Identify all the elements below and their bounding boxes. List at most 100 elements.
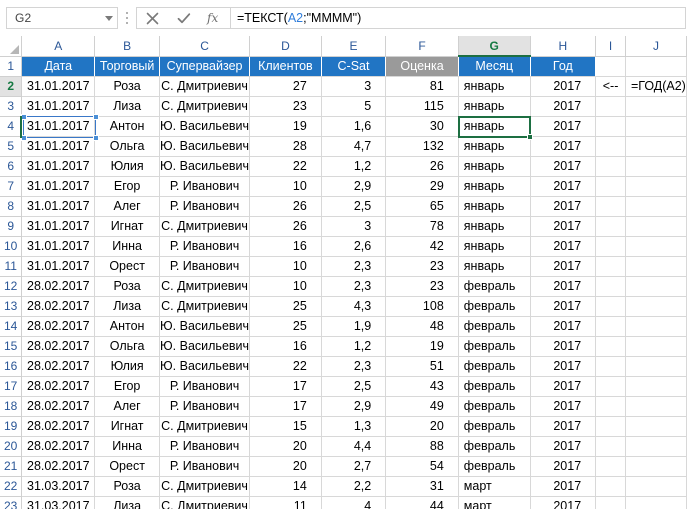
cell-sales[interactable]: Юлия [94, 356, 161, 377]
column-header-A[interactable]: A [21, 36, 96, 57]
row-header-1[interactable]: 1 [0, 56, 23, 77]
cell-annotation-arrow[interactable] [595, 236, 626, 257]
cell-date[interactable]: 28.02.2017 [21, 336, 96, 357]
cell-month[interactable]: февраль [458, 436, 531, 457]
cell-date[interactable]: 31.01.2017 [21, 116, 96, 137]
row-header-20[interactable]: 20 [0, 436, 23, 457]
table-row[interactable]: 5 31.01.2017 Ольга Ю. Васильевич 28 4,7 132 янв… [0, 136, 687, 157]
cell-annotation-arrow[interactable] [595, 376, 626, 397]
cell-year[interactable]: 2017 [530, 156, 597, 177]
cell-sales[interactable]: Лиза [94, 296, 161, 317]
header-cell-score[interactable]: Оценка [385, 56, 459, 77]
cell-supervisor[interactable]: Ю. Васильевич [159, 316, 251, 337]
cell-annotation-arrow[interactable] [595, 356, 626, 377]
cell-supervisor[interactable]: Р. Иванович [159, 376, 251, 397]
column-header-H[interactable]: H [530, 36, 597, 57]
header-cell-year[interactable]: Год [530, 56, 597, 77]
cell-clients[interactable]: 10 [249, 176, 322, 197]
row-header-5[interactable]: 5 [0, 136, 23, 157]
cell-sales[interactable]: Инна [94, 236, 161, 257]
table-row[interactable]: 22 31.03.2017 Роза С. Дмитриевич 14 2,2 31 март… [0, 476, 687, 497]
cell-clients[interactable]: 28 [249, 136, 322, 157]
cell-csat[interactable]: 2,2 [321, 476, 387, 497]
row-header-18[interactable]: 18 [0, 396, 23, 417]
cancel-x-icon[interactable] [137, 8, 168, 28]
table-row[interactable]: 1 Дата Торговый Супервайзер Клиентов C-S… [0, 56, 687, 77]
cell-annotation-arrow[interactable] [595, 176, 626, 197]
cell-clients[interactable]: 16 [249, 336, 322, 357]
cell-annotation-arrow[interactable] [595, 116, 626, 137]
cell-csat[interactable]: 4,7 [321, 136, 387, 157]
cell-score[interactable]: 81 [385, 76, 459, 97]
cell-csat[interactable]: 1,9 [321, 316, 387, 337]
cell-score[interactable]: 115 [385, 96, 459, 117]
cell-csat[interactable]: 2,9 [321, 396, 387, 417]
cell-year[interactable]: 2017 [530, 356, 597, 377]
cell-score[interactable]: 23 [385, 276, 459, 297]
cell-clients[interactable]: 27 [249, 76, 322, 97]
cell-supervisor[interactable]: С. Дмитриевич [159, 496, 251, 509]
row-header-17[interactable]: 17 [0, 376, 23, 397]
cell-clients[interactable]: 11 [249, 496, 322, 509]
cell-csat[interactable]: 3 [321, 76, 387, 97]
formula-input[interactable]: =ТЕКСТ(A2 ;"ММММ") [230, 7, 686, 29]
cell-annotation-arrow[interactable] [595, 436, 626, 457]
cell-date[interactable]: 28.02.2017 [21, 356, 96, 377]
cell-month[interactable]: февраль [458, 316, 531, 337]
cell-csat[interactable]: 4,3 [321, 296, 387, 317]
column-header-C[interactable]: C [159, 36, 251, 57]
cell-csat[interactable]: 2,9 [321, 176, 387, 197]
cell-month[interactable]: февраль [458, 296, 531, 317]
cell-annotation-formula[interactable] [625, 296, 687, 317]
row-header-22[interactable]: 22 [0, 476, 23, 497]
table-row[interactable]: 10 31.01.2017 Инна Р. Иванович 16 2,6 42 январь… [0, 236, 687, 257]
cell-csat[interactable]: 2,5 [321, 196, 387, 217]
cell-clients[interactable]: 17 [249, 396, 322, 417]
cell-score[interactable]: 108 [385, 296, 459, 317]
header-cell-i[interactable] [595, 56, 626, 77]
cell-score[interactable]: 43 [385, 376, 459, 397]
cell-clients[interactable]: 20 [249, 456, 322, 477]
row-header-8[interactable]: 8 [0, 196, 23, 217]
column-header-F[interactable]: F [385, 36, 459, 57]
cell-supervisor[interactable]: Ю. Васильевич [159, 116, 251, 137]
cell-score[interactable]: 48 [385, 316, 459, 337]
cell-month[interactable]: январь [458, 116, 531, 137]
cell-sales[interactable]: Ольга [94, 336, 161, 357]
cell-month[interactable]: январь [458, 176, 531, 197]
cell-score[interactable]: 20 [385, 416, 459, 437]
cell-csat[interactable]: 4 [321, 496, 387, 509]
cell-year[interactable]: 2017 [530, 456, 597, 477]
cell-clients[interactable]: 22 [249, 356, 322, 377]
cell-annotation-arrow[interactable] [595, 96, 626, 117]
cell-date[interactable]: 31.01.2017 [21, 216, 96, 237]
cell-csat[interactable]: 5 [321, 96, 387, 117]
cell-supervisor[interactable]: С. Дмитриевич [159, 416, 251, 437]
table-row[interactable]: 14 28.02.2017 Антон Ю. Васильевич 25 1,9 48 фев… [0, 316, 687, 337]
cell-sales[interactable]: Лиза [94, 496, 161, 509]
cell-month[interactable]: февраль [458, 416, 531, 437]
cell-year[interactable]: 2017 [530, 396, 597, 417]
cell-annotation-arrow[interactable] [595, 296, 626, 317]
header-cell-date[interactable]: Дата [21, 56, 96, 77]
cell-annotation-formula[interactable] [625, 436, 687, 457]
header-cell-supervisor[interactable]: Супервайзер [159, 56, 251, 77]
cell-annotation-formula[interactable] [625, 116, 687, 137]
cell-supervisor[interactable]: Р. Иванович [159, 436, 251, 457]
header-cell-month[interactable]: Месяц [458, 56, 531, 77]
table-row[interactable]: 23 31.03.2017 Лиза С. Дмитриевич 11 4 44 март 20… [0, 496, 687, 509]
cell-csat[interactable]: 2,3 [321, 276, 387, 297]
table-row[interactable]: 3 31.01.2017 Лиза С. Дмитриевич 23 5 115 январь… [0, 96, 687, 117]
cell-annotation-formula[interactable] [625, 356, 687, 377]
cell-annotation-formula[interactable] [625, 496, 687, 509]
cell-sales[interactable]: Игнат [94, 416, 161, 437]
cell-sales[interactable]: Инна [94, 436, 161, 457]
cell-score[interactable]: 44 [385, 496, 459, 509]
row-header-12[interactable]: 12 [0, 276, 23, 297]
table-row[interactable]: 21 28.02.2017 Орест Р. Иванович 20 2,7 54 февра… [0, 456, 687, 477]
row-header-6[interactable]: 6 [0, 156, 23, 177]
cell-sales[interactable]: Роза [94, 476, 161, 497]
cell-supervisor[interactable]: Р. Иванович [159, 256, 251, 277]
row-header-15[interactable]: 15 [0, 336, 23, 357]
cell-annotation-formula[interactable] [625, 316, 687, 337]
